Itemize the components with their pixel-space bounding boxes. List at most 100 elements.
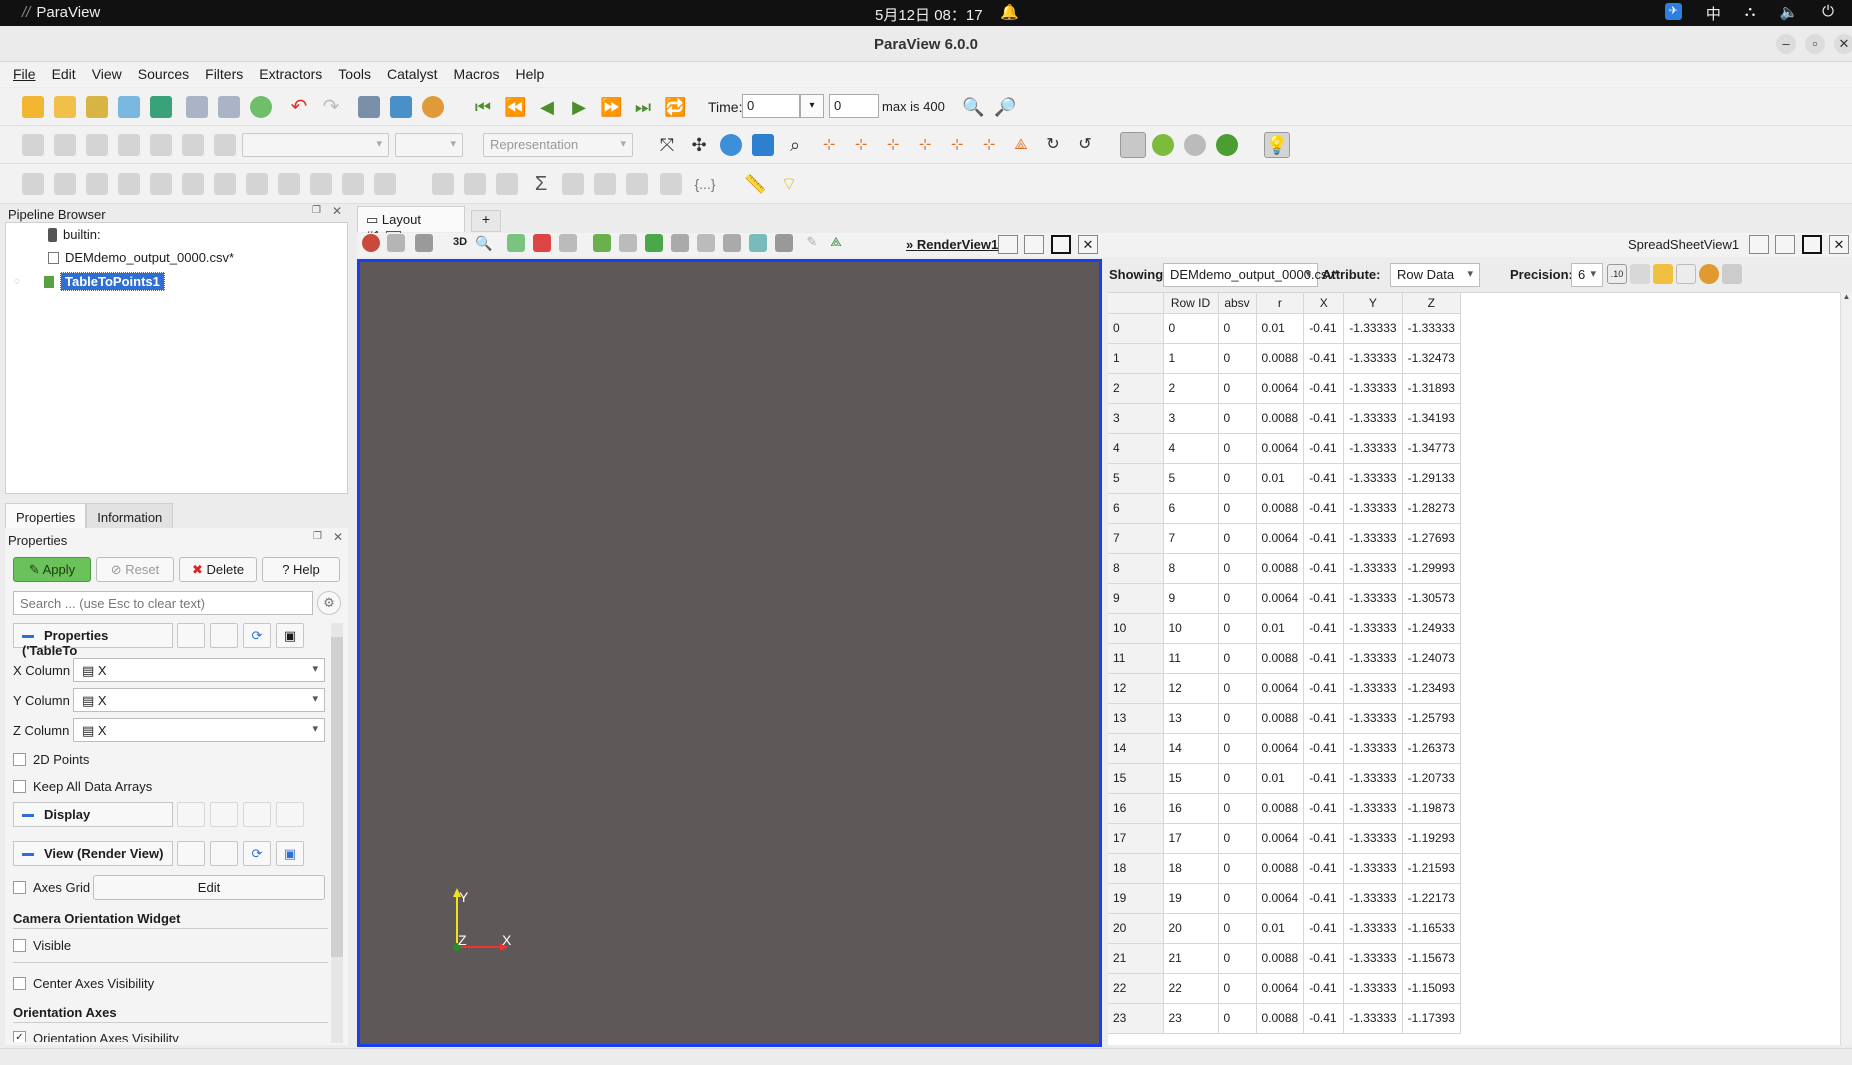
table-cell[interactable]: 0.0064 — [1256, 433, 1305, 464]
table-cell[interactable]: 0 — [1218, 583, 1257, 614]
find-data-icon[interactable] — [358, 96, 380, 118]
toggle-columns-icon[interactable] — [1699, 264, 1719, 284]
checkbox-box[interactable]: ✓ — [13, 1031, 26, 1042]
python-calculator-icon[interactable] — [626, 173, 648, 195]
table-row[interactable]: 11 11 0 0.0088 -0.41 -1.33333 -1.24073 — [1108, 643, 1461, 674]
table-cell[interactable]: 0.0088 — [1256, 1003, 1305, 1034]
select-through-icon[interactable] — [559, 234, 577, 252]
axes-grid-checkbox[interactable]: Axes Grid — [13, 880, 90, 895]
table-cell[interactable]: -0.41 — [1303, 343, 1345, 374]
plot-over-line-icon[interactable] — [432, 173, 454, 195]
table-row[interactable]: 13 13 0 0.0088 -0.41 -1.33333 -1.25793 — [1108, 703, 1461, 734]
table-cell[interactable]: 0 — [1218, 343, 1257, 374]
table-row[interactable]: 23 23 0 0.0088 -0.41 -1.33333 -1.17393 — [1108, 1003, 1461, 1034]
table-cell[interactable]: 19 — [1163, 883, 1219, 914]
table-cell[interactable]: -1.19873 — [1402, 793, 1461, 824]
table-row[interactable]: 2 2 0 0.0064 -0.41 -1.33333 -1.31893 — [1108, 373, 1461, 404]
checkbox-box[interactable] — [13, 977, 26, 990]
menu-macros[interactable]: Macros — [454, 62, 500, 87]
table-cell[interactable]: -1.16533 — [1402, 913, 1461, 944]
spreadsheet-scrollbar[interactable]: ▲ — [1840, 292, 1852, 1045]
table-cell[interactable]: -0.41 — [1303, 733, 1345, 764]
pipeline-close-icon[interactable]: ✕ — [332, 204, 342, 218]
table-cell[interactable]: 0.0064 — [1256, 583, 1305, 614]
representation-combo[interactable]: Representation — [483, 133, 633, 157]
timestep-spinbox[interactable]: 0 — [829, 94, 879, 118]
system-app-name[interactable]: //ParaView — [22, 4, 100, 21]
restore-defaults-icon[interactable]: ⟳ — [243, 623, 271, 648]
menu-help[interactable]: Help — [515, 62, 544, 87]
spreadsheet-view-title[interactable]: SpreadSheetView1 — [1628, 237, 1739, 252]
table-cell[interactable]: 0.0088 — [1256, 643, 1305, 674]
properties-search-input[interactable]: Search ... (use Esc to clear text) — [13, 591, 313, 615]
rotate-minus-90-icon[interactable]: ↺ — [1074, 134, 1096, 156]
close-view-icon[interactable]: ✕ — [1078, 235, 1098, 254]
table-row[interactable]: 6 6 0 0.0088 -0.41 -1.33333 -1.28273 — [1108, 493, 1461, 524]
table-cell[interactable]: 0 — [1218, 973, 1257, 1004]
menu-sources[interactable]: Sources — [138, 62, 189, 87]
checkbox-box[interactable] — [13, 881, 26, 894]
table-cell[interactable]: -1.24073 — [1402, 643, 1461, 674]
zoom-icon[interactable]: ⌕ — [784, 134, 806, 156]
table-cell[interactable]: -0.41 — [1303, 853, 1345, 884]
table-cell[interactable]: -1.22173 — [1402, 883, 1461, 914]
properties-scrollbar[interactable] — [331, 623, 343, 1043]
table-cell[interactable]: -1.33333 — [1343, 583, 1403, 614]
table-row[interactable]: 22 22 0 0.0064 -0.41 -1.33333 -1.15093 — [1108, 973, 1461, 1004]
probe-location-icon[interactable] — [562, 173, 584, 195]
play-backward-icon[interactable]: ◀ — [536, 96, 558, 118]
restore-display-icon[interactable] — [243, 802, 271, 827]
checkbox-box[interactable] — [13, 753, 26, 766]
column-header[interactable]: Z — [1402, 293, 1461, 314]
table-cell[interactable]: -0.41 — [1303, 913, 1345, 944]
table-row[interactable]: 17 17 0 0.0064 -0.41 -1.33333 -1.19293 — [1108, 823, 1461, 854]
table-cell[interactable]: -1.20733 — [1402, 763, 1461, 794]
sheet-split-horizontal-icon[interactable] — [1749, 235, 1769, 254]
rescale-custom-icon[interactable] — [86, 134, 108, 156]
table-cell[interactable]: 0 — [1218, 673, 1257, 704]
table-cell[interactable]: 21 — [1163, 943, 1219, 974]
section-view[interactable]: View (Render View) — [13, 841, 173, 866]
loop-icon[interactable]: 🔁 — [664, 96, 686, 118]
table-cell[interactable]: -0.41 — [1303, 313, 1345, 344]
table-cell[interactable]: -1.32473 — [1402, 343, 1461, 374]
help-button[interactable]: ? Help — [262, 557, 340, 582]
zoom-to-box-icon[interactable] — [752, 134, 774, 156]
table-cell[interactable]: 0 — [1218, 763, 1257, 794]
volume-icon[interactable]: 🔈 — [1779, 3, 1798, 24]
save-display-icon[interactable] — [276, 802, 304, 827]
table-cell[interactable]: -1.34773 — [1402, 433, 1461, 464]
table-cell[interactable]: -1.33333 — [1402, 313, 1461, 344]
table-cell[interactable]: -0.41 — [1303, 883, 1345, 914]
table-cell[interactable]: 16 — [1163, 793, 1219, 824]
table-cell[interactable]: 23 — [1163, 1003, 1219, 1034]
plot-data-icon[interactable] — [464, 173, 486, 195]
row-header-cell[interactable]: 5 — [1108, 463, 1164, 494]
view-zoom-icon[interactable]: 🔍 — [475, 234, 493, 252]
table-cell[interactable]: 0 — [1218, 1003, 1257, 1034]
paste-view-icon[interactable] — [210, 841, 238, 866]
histogram-icon[interactable] — [496, 173, 518, 195]
table-cell[interactable]: 6 — [1163, 493, 1219, 524]
calculator-icon[interactable] — [22, 134, 44, 156]
table-cell[interactable]: 0 — [1218, 613, 1257, 644]
table-cell[interactable]: -1.33333 — [1343, 673, 1403, 704]
new-layout-tab[interactable]: + — [471, 210, 501, 232]
table-cell[interactable]: -1.33333 — [1343, 793, 1403, 824]
disconnect-icon[interactable] — [218, 96, 240, 118]
row-header-cell[interactable]: 17 — [1108, 823, 1164, 854]
table-cell[interactable]: -0.41 — [1303, 373, 1345, 404]
rescale-visible-icon[interactable] — [118, 134, 140, 156]
table-cell[interactable]: 0.0064 — [1256, 373, 1305, 404]
close-window-button[interactable]: ✕ — [1834, 34, 1852, 54]
apply-button[interactable]: ✎ Apply — [13, 557, 91, 582]
column-header[interactable]: Row ID — [1163, 293, 1219, 314]
last-frame-icon[interactable]: ⏭ — [632, 96, 654, 118]
table-cell[interactable]: -0.41 — [1303, 493, 1345, 524]
isometric-view-icon[interactable]: ⟁ — [1010, 134, 1032, 156]
table-cell[interactable]: 15 — [1163, 763, 1219, 794]
table-cell[interactable]: 22 — [1163, 973, 1219, 1004]
table-cell[interactable]: -0.41 — [1303, 793, 1345, 824]
surface-vectors-icon[interactable] — [594, 173, 616, 195]
fixed-notation-icon[interactable]: .10 — [1607, 264, 1627, 284]
